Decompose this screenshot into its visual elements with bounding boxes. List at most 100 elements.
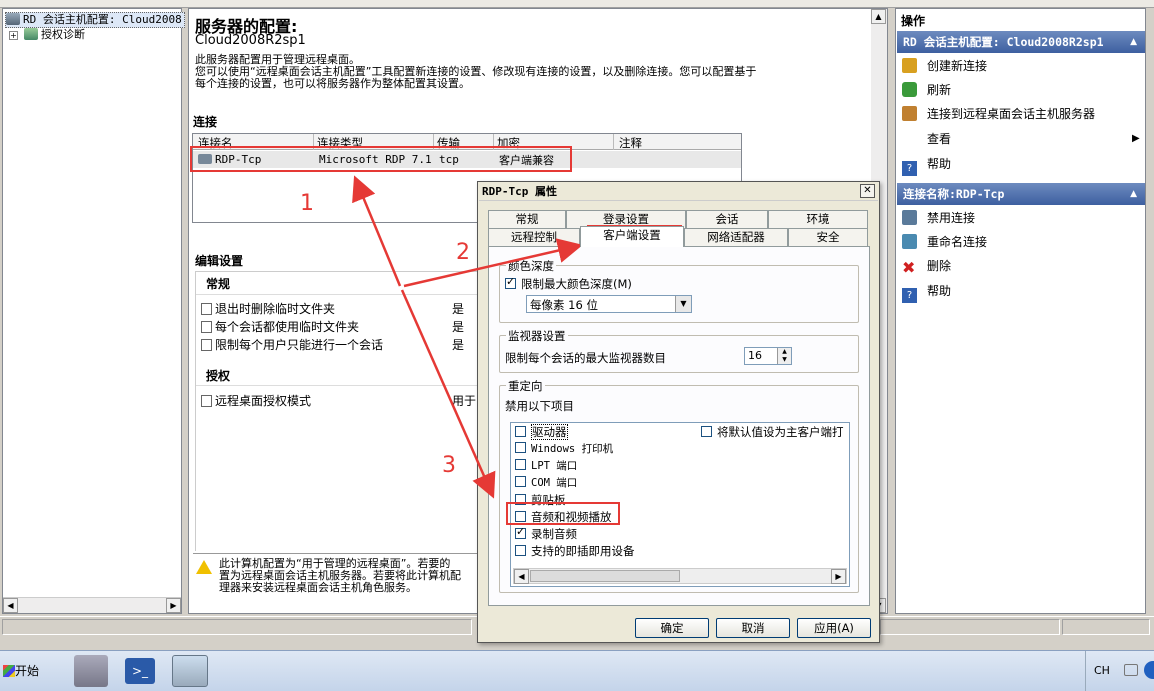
tree-item-license-diagnosis[interactable]: + 授权诊断 <box>9 28 85 42</box>
setting-row[interactable]: 退出时删除临时文件夹 <box>201 300 335 317</box>
properties-dialog: RDP-Tcp 属性 ✕ 常规 登录设置 会话 环境 远程控制 客户端设置 网络… <box>477 181 880 643</box>
default-printer-checkbox[interactable]: 将默认值设为主客户端打 <box>701 424 844 440</box>
actions-title: 操作 <box>901 14 926 28</box>
system-tray: CH <box>1085 651 1154 691</box>
cancel-button[interactable]: 取消 <box>716 618 790 638</box>
collapse-icon[interactable]: ▲ <box>1130 31 1137 53</box>
dialog-title: RDP-Tcp 属性 <box>479 183 878 201</box>
action-view[interactable]: 查看 ▶ <box>902 129 1140 149</box>
tab-network-adapter[interactable]: 网络适配器 <box>684 228 788 246</box>
top-strip <box>0 0 1154 8</box>
disable-label: 禁用以下项目 <box>505 399 574 413</box>
actions-section-header[interactable]: RD 会话主机配置: Cloud2008R2sp1 ▲ <box>897 31 1145 53</box>
action-connect-server[interactable]: 连接到远程桌面会话主机服务器 <box>902 104 1095 124</box>
scroll-up-icon[interactable]: ▲ <box>871 9 886 24</box>
checkbox-icon[interactable] <box>701 426 712 437</box>
action-create-connection[interactable]: 创建新连接 <box>902 56 987 76</box>
keyboard-icon[interactable] <box>1124 664 1138 676</box>
list-item[interactable]: 驱动器 <box>515 424 568 440</box>
refresh-icon <box>902 82 917 97</box>
tab-general[interactable]: 常规 <box>488 210 566 228</box>
server-manager-icon[interactable] <box>74 655 108 687</box>
action-help[interactable]: ? 帮助 <box>902 154 951 176</box>
help-icon: ? <box>902 288 917 303</box>
apply-button[interactable]: 应用(A) <box>797 618 871 638</box>
list-item[interactable]: 录制音频 <box>515 525 577 542</box>
setting-value: 是 <box>452 302 465 316</box>
highlight-connection-row <box>190 146 572 172</box>
close-icon[interactable]: ✕ <box>860 184 875 198</box>
action-disable-connection[interactable]: 禁用连接 <box>902 208 975 228</box>
scroll-left-icon[interactable]: ◀ <box>3 598 18 613</box>
description-line1: 此服务器配置用于管理远程桌面。 <box>195 53 360 66</box>
delete-icon: ✖ <box>902 258 916 277</box>
setting-row[interactable]: 限制每个用户只能进行一个会话 <box>201 336 383 353</box>
diagnosis-icon <box>24 28 38 40</box>
start-button[interactable]: 开始 <box>3 659 49 683</box>
stepper-up-icon[interactable]: ▲ <box>777 348 791 356</box>
tree-item-rd-session-host[interactable]: RD 会话主机配置: Cloud2008 <box>5 12 185 28</box>
help-icon: ? <box>902 161 917 176</box>
collapse-icon[interactable]: ▲ <box>1130 183 1137 205</box>
list-item[interactable]: LPT 端口 <box>515 458 577 473</box>
tab-content: 颜色深度 限制最大颜色深度(M) 每像素 16 位 ▼ 监视器设置 限制每个会话… <box>488 246 870 606</box>
color-depth-select[interactable]: 每像素 16 位 ▼ <box>526 295 692 313</box>
list-item[interactable]: COM 端口 <box>515 475 577 490</box>
redirect-horizontal-scrollbar[interactable]: ◀ ▶ <box>513 568 847 584</box>
checkbox-icon[interactable] <box>515 426 526 437</box>
rd-config-taskbar-icon[interactable] <box>172 655 208 687</box>
submenu-arrow-icon: ▶ <box>1132 133 1140 144</box>
list-item[interactable]: Windows 打印机 <box>515 441 613 456</box>
checkbox-checked-icon[interactable] <box>515 525 526 539</box>
annotation-number-2: 2 <box>456 240 470 265</box>
expand-icon[interactable]: + <box>9 31 18 40</box>
scroll-right-icon[interactable]: ▶ <box>831 569 846 584</box>
tab-session[interactable]: 会话 <box>686 210 768 228</box>
setting-row[interactable]: 每个会话都使用临时文件夹 <box>201 318 359 335</box>
action-refresh[interactable]: 刷新 <box>902 80 951 100</box>
console-tree: RD 会话主机配置: Cloud2008 + 授权诊断 ◀ ▶ <box>2 8 185 614</box>
limit-color-checkbox[interactable]: 限制最大颜色深度(M) <box>505 275 632 292</box>
setting-icon <box>201 395 212 407</box>
scroll-thumb[interactable] <box>530 570 680 582</box>
checkbox-icon[interactable] <box>515 442 526 453</box>
setting-value: 是 <box>452 338 465 352</box>
checkbox-icon[interactable] <box>515 476 526 487</box>
action-rename-connection[interactable]: 重命名连接 <box>902 232 987 252</box>
action-delete[interactable]: ✖ 删除 <box>902 256 951 276</box>
description-line2: 您可以使用“远程桌面会话主机配置”工具配置新连接的设置、修改现有连接的设置，以及… <box>195 65 757 78</box>
license-section-title: 授权 <box>206 369 231 383</box>
actions-section-header[interactable]: 连接名称:RDP-Tcp ▲ <box>897 183 1145 205</box>
tab-environment[interactable]: 环境 <box>768 210 868 228</box>
column-header-comment[interactable]: 注释 <box>619 135 642 151</box>
action-help[interactable]: ? 帮助 <box>902 281 951 303</box>
setting-row[interactable]: 远程桌面授权模式 <box>201 392 311 409</box>
monitor-count-stepper[interactable]: 16 ▲ ▼ <box>744 347 792 365</box>
settings-panel: 常规 退出时删除临时文件夹 是 每个会话都使用临时文件夹 是 限制每个用户只能进… <box>195 271 486 551</box>
setting-icon <box>201 303 212 315</box>
scroll-left-icon[interactable]: ◀ <box>514 569 529 584</box>
server-config-icon <box>6 13 20 25</box>
network-icon[interactable] <box>1144 661 1154 679</box>
setting-value: 是 <box>452 320 465 334</box>
tab-security[interactable]: 安全 <box>788 228 868 246</box>
scroll-right-icon[interactable]: ▶ <box>166 598 181 613</box>
description-line3: 每个连接的设置，也可以将服务器作为整体配置其设置。 <box>195 77 470 90</box>
color-depth-group: 颜色深度 限制最大颜色深度(M) 每像素 16 位 ▼ <box>499 258 859 323</box>
redirection-title: 重定向 <box>506 378 545 394</box>
tree-horizontal-scrollbar[interactable]: ◀ ▶ <box>3 597 181 613</box>
ok-button[interactable]: 确定 <box>635 618 709 638</box>
checkbox-icon[interactable] <box>515 545 526 556</box>
stepper-down-icon[interactable]: ▼ <box>777 356 791 364</box>
checkbox-icon[interactable] <box>515 459 526 470</box>
actions-pane: 操作 RD 会话主机配置: Cloud2008R2sp1 ▲ 创建新连接 刷新 连… <box>895 8 1146 614</box>
list-item[interactable]: 支持的即插即用设备 <box>515 543 635 559</box>
checkbox-checked-icon[interactable] <box>505 275 516 289</box>
tab-client-settings[interactable]: 客户端设置 <box>580 226 684 247</box>
disable-connection-icon <box>902 210 917 225</box>
chevron-down-icon[interactable]: ▼ <box>675 296 691 312</box>
tab-remote-control[interactable]: 远程控制 <box>488 228 580 246</box>
language-indicator[interactable]: CH <box>1094 664 1110 677</box>
powershell-icon[interactable]: >_ <box>125 658 155 684</box>
monitor-label: 限制每个会话的最大监视器数目 <box>505 351 666 365</box>
